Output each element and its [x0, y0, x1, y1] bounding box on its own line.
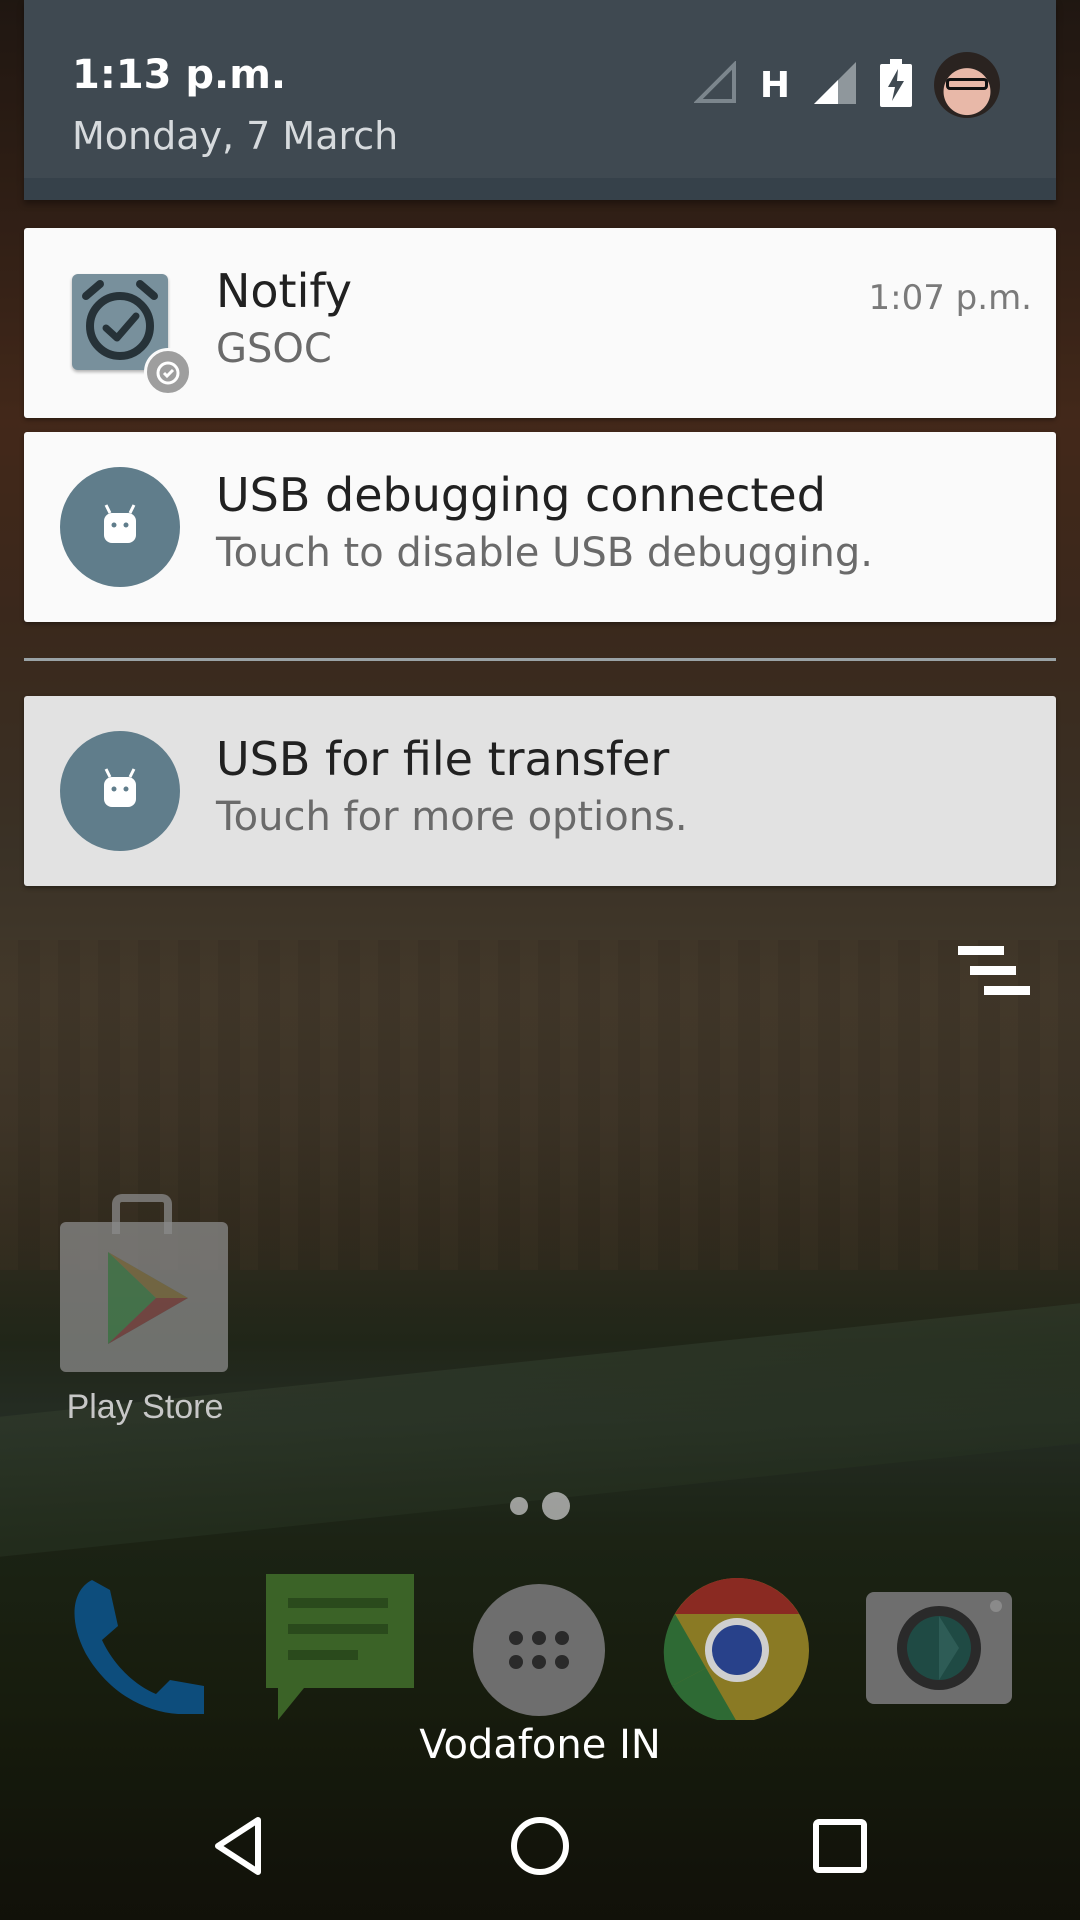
notification-title: USB for file transfer: [216, 732, 670, 786]
header-edge: [24, 178, 1056, 200]
header-clock: 1:13 p.m.: [72, 52, 287, 98]
app-drawer-icon[interactable]: [464, 1570, 614, 1720]
home-icon[interactable]: [492, 1798, 588, 1894]
messages-icon[interactable]: [264, 1570, 414, 1720]
notification-text: GSOC: [216, 326, 332, 372]
page-indicator: [510, 1492, 570, 1520]
page-dot: [510, 1497, 528, 1515]
status-icons: H: [693, 52, 1000, 118]
carrier-label: Vodafone IN: [419, 1722, 661, 1768]
clear-all-icon[interactable]: [958, 944, 1030, 1000]
notification-title: USB debugging connected: [216, 468, 826, 522]
recents-icon[interactable]: [792, 1798, 888, 1894]
page-dot-active: [542, 1492, 570, 1520]
phone-icon[interactable]: [62, 1570, 212, 1720]
navigation-bar: [0, 1770, 1080, 1920]
chrome-icon[interactable]: [662, 1570, 812, 1723]
android-icon: [60, 731, 180, 851]
notification-usb-file-transfer[interactable]: USB for file transfer Touch for more opt…: [24, 696, 1056, 886]
play-store-icon: [60, 1222, 228, 1372]
notification-text: Touch for more options.: [216, 794, 688, 840]
notification-shade-header[interactable]: 1:13 p.m. Monday, 7 March H: [24, 0, 1056, 200]
camera-icon[interactable]: [864, 1570, 1014, 1720]
notification-usb-debugging[interactable]: USB debugging connected Touch to disable…: [24, 432, 1056, 622]
header-date[interactable]: Monday, 7 March: [72, 114, 398, 158]
cell-signal-icon: [812, 60, 858, 110]
notification-divider: [24, 658, 1056, 661]
alarm-badge-icon: [144, 348, 192, 396]
user-avatar[interactable]: [934, 52, 1000, 118]
back-icon[interactable]: [192, 1798, 288, 1894]
notification-notify[interactable]: Notify GSOC 1:07 p.m.: [24, 228, 1056, 418]
battery-charging-icon: [880, 59, 912, 111]
app-label: Play Store: [66, 1388, 224, 1426]
lock-notification-screen: 1:13 p.m. Monday, 7 March H Notify GSOC …: [0, 0, 1080, 1920]
home-app-play-store[interactable]: Play Store: [56, 1194, 234, 1436]
android-icon: [60, 467, 180, 587]
wifi-signal-icon: [693, 60, 738, 109]
network-type-label: H: [759, 64, 790, 106]
notification-time: 1:07 p.m.: [868, 278, 1032, 318]
notification-title: Notify: [216, 264, 352, 318]
notification-text: Touch to disable USB debugging.: [216, 530, 873, 576]
